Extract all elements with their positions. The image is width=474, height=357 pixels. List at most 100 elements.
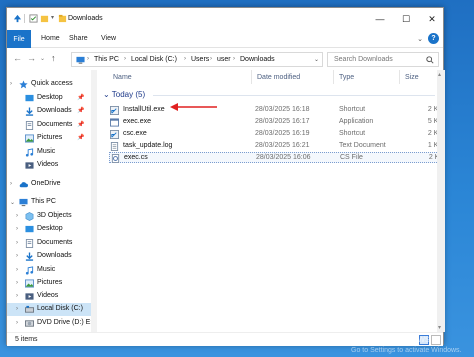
- tab-home[interactable]: Home: [41, 35, 60, 42]
- group-header-today[interactable]: ⌄ Today (5): [103, 90, 145, 99]
- nav-onedrive[interactable]: › OneDrive: [7, 178, 97, 191]
- breadcrumb-users[interactable]: Users: [191, 56, 209, 63]
- nav-pc-pictures[interactable]: › Pictures: [7, 277, 97, 290]
- nav-pc-downloads[interactable]: › Downloads: [7, 250, 97, 263]
- nav-label: Videos: [37, 161, 59, 168]
- nav-quick-access[interactable]: › Quick access: [7, 78, 97, 91]
- maximize-button[interactable]: ☐: [393, 8, 419, 30]
- search-placeholder: Search Downloads: [334, 56, 393, 63]
- customize-toolbar-icon[interactable]: ▾: [51, 14, 54, 21]
- nav-pc-music[interactable]: › Music: [7, 264, 97, 277]
- exe-icon: [110, 118, 119, 127]
- nav-pc-3d-objects[interactable]: › 3D Objects: [7, 210, 97, 223]
- search-input[interactable]: Search Downloads: [327, 52, 439, 67]
- pictures-icon: [25, 134, 34, 143]
- nav-label: DVD Drive (D:) E:: [37, 319, 93, 326]
- expand-chevron-icon[interactable]: ›: [16, 306, 18, 312]
- nav-quick-downloads[interactable]: Downloads 📌: [7, 105, 97, 118]
- tab-view[interactable]: View: [101, 35, 116, 42]
- large-icons-view-icon[interactable]: [431, 335, 441, 345]
- nav-quick-desktop[interactable]: Desktop 📌: [7, 92, 97, 105]
- properties-icon[interactable]: [29, 14, 38, 23]
- star-icon: [19, 80, 28, 89]
- file-explorer-window: ▾ Downloads — ☐ ✕ File Home Share View ⌄…: [6, 7, 445, 346]
- navigation-pane: › Quick access Desktop 📌 Downloads 📌 Doc…: [7, 70, 97, 332]
- expand-chevron-icon[interactable]: ›: [16, 293, 18, 299]
- address-dropdown-icon[interactable]: ⌄: [314, 56, 319, 63]
- minimize-button[interactable]: —: [367, 8, 393, 30]
- expand-chevron-icon[interactable]: ›: [10, 81, 12, 87]
- file-type: Shortcut: [339, 106, 366, 113]
- expand-chevron-icon[interactable]: ›: [16, 253, 18, 259]
- recent-locations-icon[interactable]: ⌄: [40, 55, 45, 62]
- file-name: exec.exe: [123, 118, 152, 125]
- file-name: task_update.log: [123, 142, 173, 149]
- tab-file[interactable]: File: [7, 30, 31, 48]
- activation-watermark-title: Activate Windows: [351, 334, 430, 345]
- scroll-up-icon[interactable]: ▴: [438, 71, 441, 78]
- desktop-icon: [25, 225, 34, 233]
- close-button[interactable]: ✕: [419, 8, 445, 30]
- nav-pc-desktop[interactable]: › Desktop: [7, 223, 97, 236]
- back-arrow-icon[interactable]: ←: [13, 53, 22, 63]
- forward-arrow-icon[interactable]: →: [27, 53, 36, 63]
- group-divider: [153, 95, 435, 96]
- cloud-icon: [19, 182, 28, 188]
- pin-icon: 📌: [77, 95, 85, 101]
- cube-icon: [25, 212, 34, 221]
- file-date: 28/03/2025 16:18: [255, 106, 310, 113]
- videos-icon: [25, 162, 34, 169]
- nav-this-pc[interactable]: ⌄ This PC: [7, 196, 97, 209]
- breadcrumb-local-disk[interactable]: Local Disk (C:): [131, 56, 177, 63]
- breadcrumb-downloads[interactable]: Downloads: [240, 56, 275, 63]
- computer-icon: [19, 198, 28, 207]
- nav-label: Quick access: [31, 80, 73, 87]
- file-name: InstallUtil.exe: [123, 106, 165, 113]
- text-file-icon: [110, 142, 119, 151]
- file-row[interactable]: csc.exe 28/03/2025 16:19 Shortcut 2 KB: [109, 129, 445, 140]
- file-type: CS File: [340, 154, 363, 161]
- breadcrumb-user[interactable]: user: [217, 56, 231, 63]
- nav-label: Documents: [37, 239, 73, 246]
- collapse-chevron-icon[interactable]: ⌄: [103, 90, 110, 99]
- address-bar[interactable]: › This PC › Local Disk (C:) › Users › us…: [71, 52, 323, 67]
- expand-chevron-icon[interactable]: ›: [16, 280, 18, 286]
- expand-ribbon-icon[interactable]: ⌄: [417, 35, 423, 43]
- expand-chevron-icon[interactable]: ›: [10, 181, 12, 187]
- file-row[interactable]: task_update.log 28/03/2025 16:21 Text Do…: [109, 141, 445, 152]
- expand-chevron-icon[interactable]: ›: [16, 320, 18, 326]
- nav-label: OneDrive: [31, 180, 61, 187]
- expand-chevron-icon[interactable]: ›: [16, 213, 18, 219]
- file-row[interactable]: exec.cs 28/03/2025 16:06 CS File 2 KB: [109, 152, 445, 163]
- nav-pc-dvd-drive[interactable]: › DVD Drive (D:) E:: [7, 317, 97, 330]
- cs-file-icon: [111, 154, 120, 163]
- collapse-chevron-icon[interactable]: ⌄: [10, 199, 15, 206]
- nav-quick-documents[interactable]: Documents 📌: [7, 119, 97, 132]
- breadcrumb-this-pc[interactable]: This PC: [94, 56, 119, 63]
- expand-chevron-icon[interactable]: ›: [16, 267, 18, 273]
- column-header-type[interactable]: Type: [339, 74, 354, 81]
- column-header-size[interactable]: Size: [405, 74, 419, 81]
- file-row[interactable]: InstallUtil.exe 28/03/2025 16:18 Shortcu…: [109, 105, 445, 116]
- nav-pc-documents[interactable]: › Documents: [7, 237, 97, 250]
- column-header-date[interactable]: Date modified: [257, 74, 300, 81]
- nav-quick-videos[interactable]: Videos: [7, 159, 97, 172]
- group-label: Today (5): [111, 90, 146, 99]
- up-arrow-icon[interactable]: ↑: [51, 53, 56, 63]
- nav-quick-music[interactable]: Music: [7, 146, 97, 159]
- download-icon: [25, 252, 34, 261]
- scroll-down-icon[interactable]: ▾: [438, 324, 441, 331]
- file-list-scrollbar[interactable]: ▴ ▾: [437, 70, 445, 332]
- nav-quick-pictures[interactable]: Pictures 📌: [7, 132, 97, 145]
- tab-share[interactable]: Share: [69, 35, 88, 42]
- new-folder-icon[interactable]: [40, 14, 49, 23]
- expand-chevron-icon[interactable]: ›: [16, 226, 18, 232]
- expand-chevron-icon[interactable]: ›: [16, 240, 18, 246]
- help-button[interactable]: ?: [428, 33, 439, 44]
- navigation-bar: ← → ⌄ ↑ › This PC › Local Disk (C:) › Us…: [7, 48, 443, 70]
- nav-pc-local-disk[interactable]: › Local Disk (C:): [7, 303, 97, 316]
- column-header-name[interactable]: Name: [113, 74, 132, 81]
- nav-pc-videos[interactable]: › Videos: [7, 290, 97, 303]
- file-row[interactable]: exec.exe 28/03/2025 16:17 Application 5 …: [109, 117, 445, 128]
- documents-icon: [25, 239, 34, 248]
